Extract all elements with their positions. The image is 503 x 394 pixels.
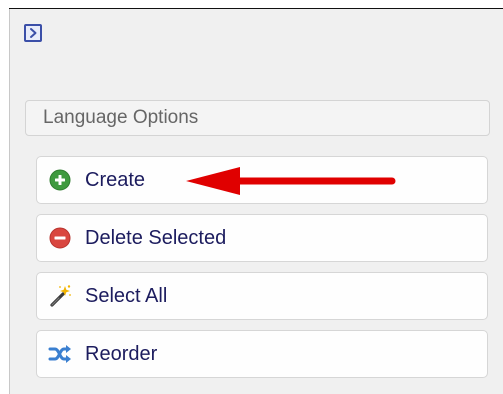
magic-wand-icon	[48, 284, 72, 308]
delete-selected-button[interactable]: Delete Selected	[36, 214, 488, 262]
section-header: Language Options	[25, 100, 490, 136]
expand-panel-button[interactable]	[24, 24, 42, 42]
plus-circle-icon	[48, 168, 72, 192]
window-top-border	[0, 0, 503, 9]
select-all-label: Select All	[85, 284, 168, 307]
shuffle-icon	[48, 342, 72, 366]
window-left-edge	[0, 0, 9, 394]
section-header-label: Language Options	[43, 107, 199, 128]
create-label: Create	[85, 168, 146, 191]
red-arrow-annotation	[186, 167, 396, 195]
reorder-button[interactable]: Reorder	[36, 330, 488, 378]
reorder-label: Reorder	[85, 342, 158, 365]
chevron-right-icon	[30, 28, 37, 38]
select-all-button[interactable]: Select All	[36, 272, 488, 320]
delete-selected-label: Delete Selected	[85, 226, 227, 249]
minus-circle-icon	[48, 226, 72, 250]
